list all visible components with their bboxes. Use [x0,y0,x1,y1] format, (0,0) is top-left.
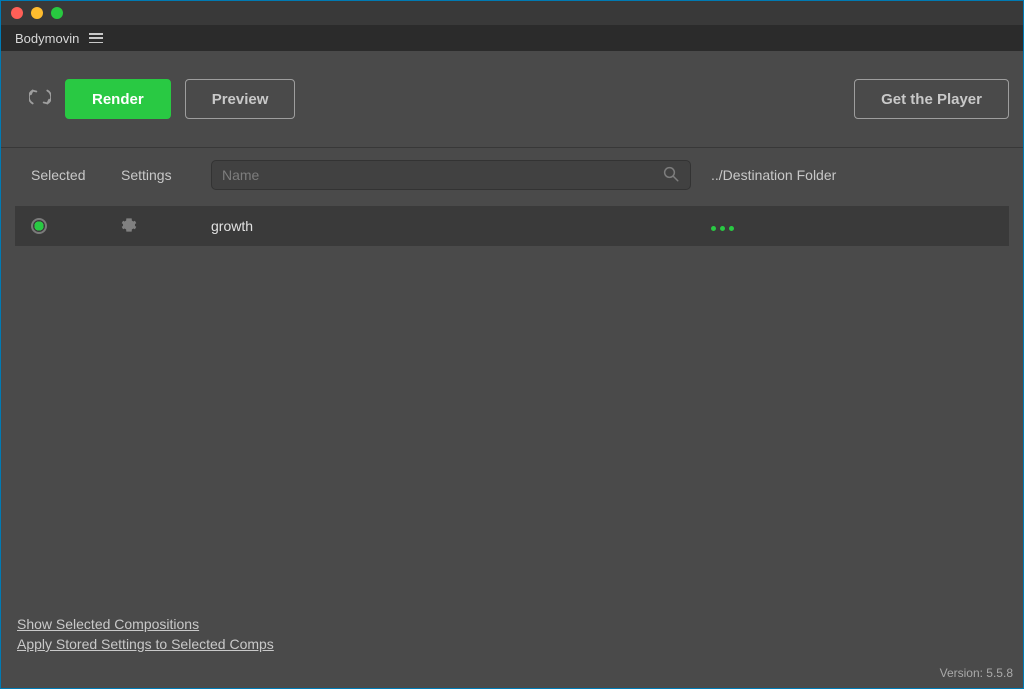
content-area: Render Preview Get the Player Selected S… [1,51,1023,688]
column-header-selected: Selected [31,167,121,183]
refresh-icon[interactable] [29,85,51,114]
apply-stored-link[interactable]: Apply Stored Settings to Selected Comps [17,636,274,652]
preview-button[interactable]: Preview [185,79,296,119]
render-button[interactable]: Render [65,79,171,119]
name-search-input[interactable] [222,167,662,183]
close-window-button[interactable] [11,7,23,19]
get-player-button-label: Get the Player [881,91,982,108]
menu-icon[interactable] [89,33,103,43]
footer-links: Show Selected Compositions Apply Stored … [17,616,274,652]
list-item[interactable]: growth [15,206,1009,246]
minimize-window-button[interactable] [31,7,43,19]
search-icon [662,165,680,186]
version-label: Version: 5.5.8 [940,666,1013,680]
row-selected-toggle[interactable] [31,218,47,234]
gear-icon[interactable] [121,217,137,236]
name-search-wrap[interactable] [211,160,691,190]
render-button-label: Render [92,91,144,108]
maximize-window-button[interactable] [51,7,63,19]
show-selected-link[interactable]: Show Selected Compositions [17,616,274,632]
titlebar [1,1,1023,25]
column-header-settings: Settings [121,167,211,183]
app-bar: Bodymovin [1,25,1023,51]
composition-list: growth [1,202,1023,246]
app-window: Bodymovin Render Preview Get the Player [0,0,1024,689]
list-header: Selected Settings ../Destination Folder [1,148,1023,202]
window-controls [11,7,63,19]
column-header-destination: ../Destination Folder [711,167,1009,183]
destination-button[interactable] [711,226,734,231]
get-player-button[interactable]: Get the Player [854,79,1009,119]
row-name: growth [211,218,711,234]
toolbar: Render Preview Get the Player [1,51,1023,148]
app-title: Bodymovin [15,31,79,46]
preview-button-label: Preview [212,91,269,108]
